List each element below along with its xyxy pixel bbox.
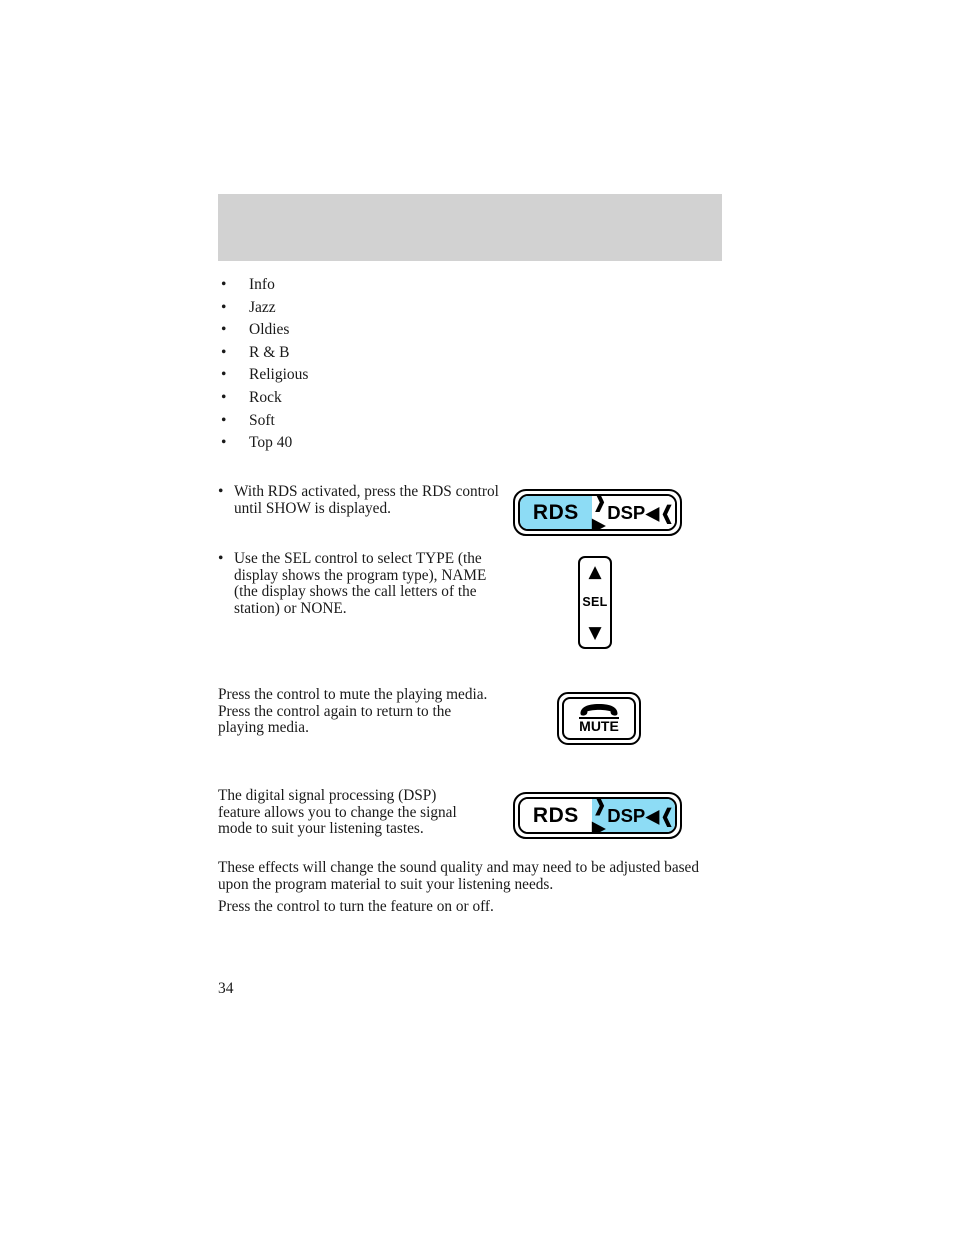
list-item: • Rock xyxy=(218,387,518,410)
rds-dsp-rocker-button-dsp-active[interactable]: RDS ❱▶ DSP ◀❰ xyxy=(513,792,682,839)
rds-dsp-rocker-button-rds-active[interactable]: RDS ❱▶ DSP ◀❰ xyxy=(513,489,682,536)
mute-label: MUTE xyxy=(579,717,619,734)
arrow-down-icon[interactable]: ▼ xyxy=(588,625,601,642)
dsp-label: DSP xyxy=(607,804,646,826)
list-item-label: Rock xyxy=(249,388,282,406)
instruction-text: Use the SEL control to select TYPE (the … xyxy=(234,550,487,618)
dsp-button-half[interactable]: ❱▶ DSP ◀❰ xyxy=(591,494,675,531)
dsp-press-paragraph: Press the control to turn the feature on… xyxy=(218,898,494,915)
list-item: • R & B xyxy=(218,342,518,365)
list-item-label: Top 40 xyxy=(249,434,293,452)
dsp-button-half[interactable]: ❱▶ DSP ◀❰ xyxy=(591,797,675,834)
genre-list: • Info • Jazz • Oldies • R & B • Religio… xyxy=(218,274,518,455)
instruction-text: With RDS activated, press the RDS contro… xyxy=(234,483,499,517)
page-number: 34 xyxy=(218,980,234,997)
bullet-glyph: • xyxy=(221,434,227,452)
list-item-label: Oldies xyxy=(249,321,290,339)
list-item: • Jazz xyxy=(218,297,518,320)
dsp-left-arrow-icon: ❱▶ xyxy=(591,797,608,834)
list-item: • Info xyxy=(218,274,518,297)
bullet-glyph: • xyxy=(221,366,227,384)
mute-description-paragraph: Press the control to mute the playing me… xyxy=(218,686,488,737)
phone-handset-icon xyxy=(580,704,618,716)
bullet-glyph: • xyxy=(221,411,227,429)
dsp-effects-paragraph: These effects will change the sound qual… xyxy=(218,859,699,893)
dsp-intro-paragraph: The digital signal processing (DSP) feat… xyxy=(218,787,457,838)
list-item-label: Info xyxy=(249,276,275,293)
dsp-right-arrow-icon: ◀❰ xyxy=(645,500,675,523)
rds-dsp-button-inner: RDS ❱▶ DSP ◀❰ xyxy=(518,494,677,531)
manual-page: • Info • Jazz • Oldies • R & B • Religio… xyxy=(0,0,954,1235)
list-item-label: Jazz xyxy=(249,298,276,316)
sel-label: SEL xyxy=(582,595,608,609)
rds-label: RDS xyxy=(532,500,579,524)
rds-button-half[interactable]: RDS xyxy=(520,496,592,529)
dsp-left-arrow-icon: ❱▶ xyxy=(591,494,608,531)
rds-dsp-button-inner: RDS ❱▶ DSP ◀❰ xyxy=(518,797,677,834)
dsp-label: DSP xyxy=(607,501,646,523)
list-item: • Top 40 xyxy=(218,432,518,455)
list-item-label: Soft xyxy=(249,411,275,429)
section-header-band xyxy=(218,194,722,261)
dsp-right-arrow-icon: ◀❰ xyxy=(645,803,675,826)
bullet-glyph: • xyxy=(221,298,227,316)
bullet-glyph: • xyxy=(218,550,224,567)
instruction-item-rds: • With RDS activated, press the RDS cont… xyxy=(218,483,500,517)
mute-button-inner: MUTE xyxy=(562,697,636,740)
bullet-glyph: • xyxy=(221,388,227,406)
list-item: • Soft xyxy=(218,410,518,433)
mute-button[interactable]: MUTE xyxy=(557,692,641,745)
list-item-label: R & B xyxy=(249,343,290,361)
rds-label: RDS xyxy=(532,803,579,827)
bullet-glyph: • xyxy=(218,483,224,500)
list-item: • Oldies xyxy=(218,319,518,342)
bullet-glyph: • xyxy=(221,321,227,339)
list-item: • Religious xyxy=(218,364,518,387)
rds-button-half[interactable]: RDS xyxy=(520,799,592,832)
bullet-glyph: • xyxy=(221,343,227,361)
instruction-item-sel: • Use the SEL control to select TYPE (th… xyxy=(218,550,500,618)
sel-rocker-control[interactable]: ▲ SEL ▼ xyxy=(578,556,612,649)
bullet-glyph: • xyxy=(221,276,227,293)
arrow-up-icon[interactable]: ▲ xyxy=(588,564,601,581)
list-item-label: Religious xyxy=(249,366,309,384)
